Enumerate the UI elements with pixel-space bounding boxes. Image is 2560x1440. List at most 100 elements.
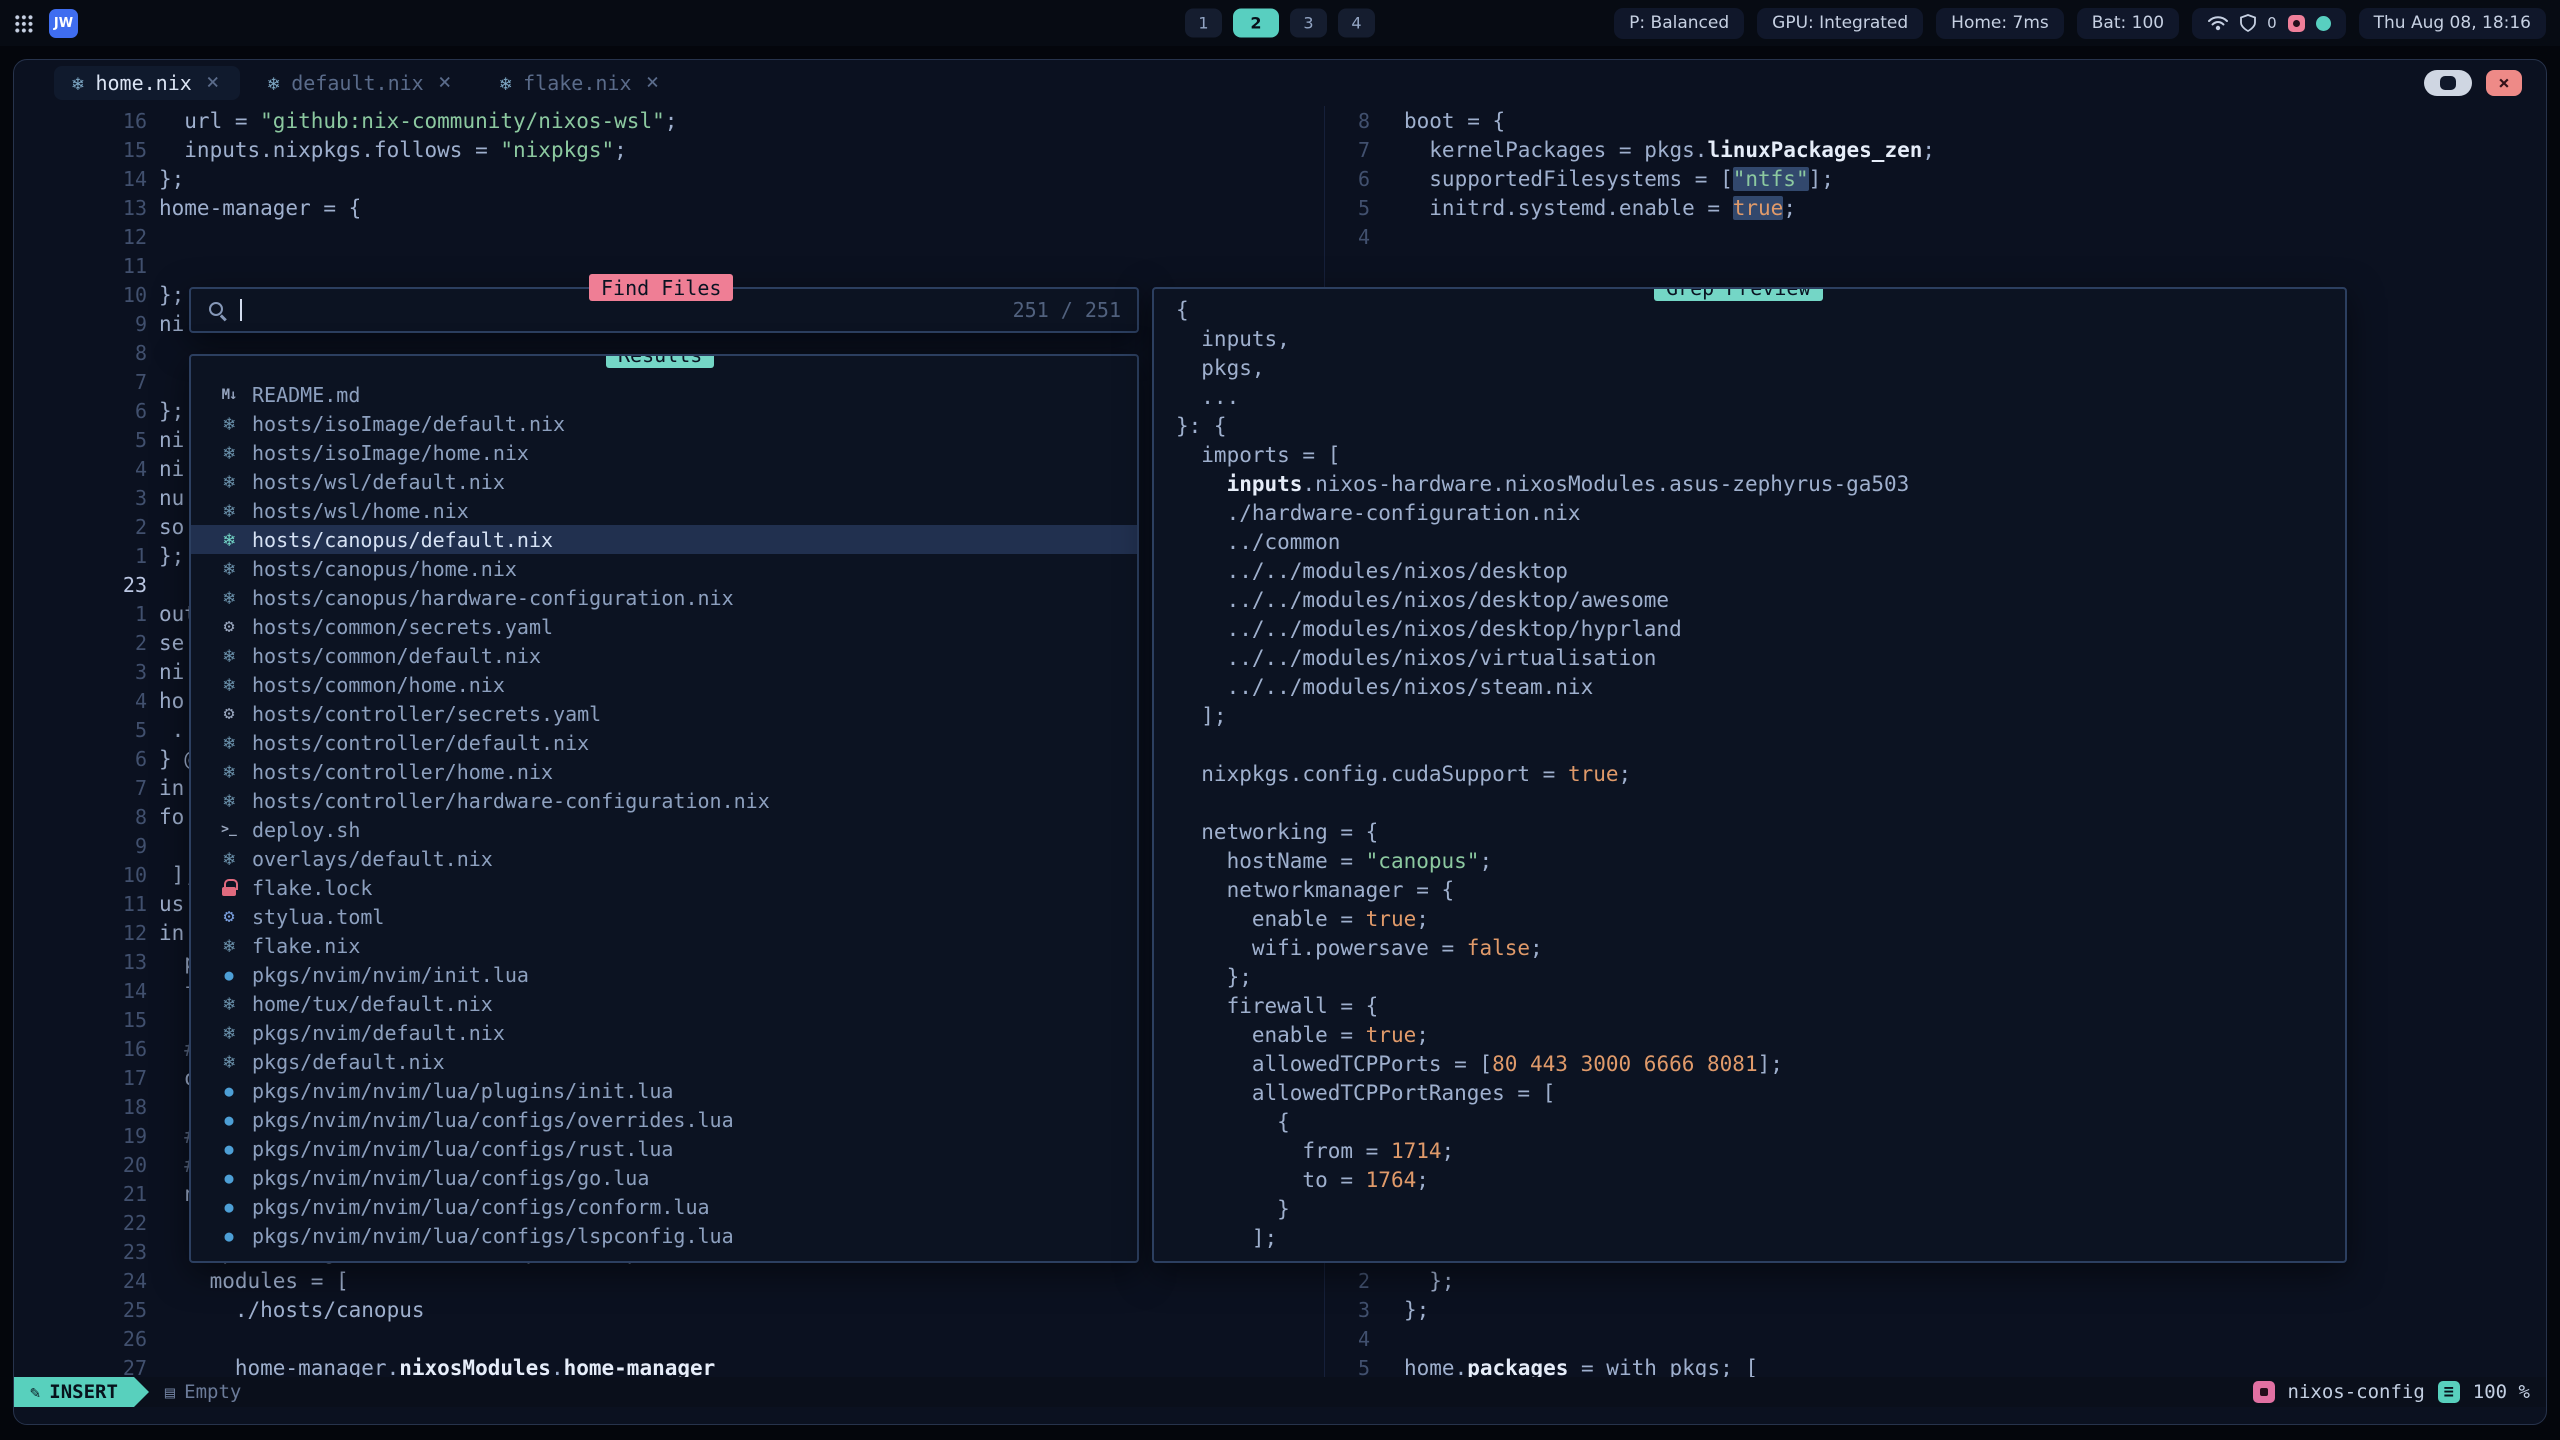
- result-item[interactable]: home/tux/default.nix: [191, 989, 1137, 1018]
- result-item[interactable]: pkgs/nvim/nvim/lua/configs/lspconfig.lua: [191, 1221, 1137, 1250]
- code-line[interactable]: 26: [14, 1324, 1324, 1353]
- result-item[interactable]: hosts/controller/secrets.yaml: [191, 699, 1137, 728]
- code-line[interactable]: allowedTCPPorts = [80 443 3000 6666 8081…: [1164, 1049, 2345, 1078]
- battery-module[interactable]: Bat: 100: [2077, 8, 2179, 39]
- code-line[interactable]: pkgs,: [1164, 353, 2345, 382]
- code-line[interactable]: 27 home-manager.nixosModules.home-manage…: [14, 1353, 1324, 1377]
- code-line[interactable]: }: {: [1164, 411, 2345, 440]
- result-item[interactable]: README.md: [191, 380, 1137, 409]
- code-line[interactable]: enable = true;: [1164, 904, 2345, 933]
- code-line[interactable]: 2 };: [1325, 1266, 2546, 1295]
- code-line[interactable]: nixpkgs.config.cudaSupport = true;: [1164, 759, 2345, 788]
- tab-close-icon[interactable]: [436, 74, 454, 92]
- code-line[interactable]: wifi.powersave = false;: [1164, 933, 2345, 962]
- code-line[interactable]: 7 kernelPackages = pkgs.linuxPackages_ze…: [1325, 135, 2546, 164]
- shield-icon[interactable]: [2240, 14, 2256, 32]
- code-line[interactable]: 25 ./hosts/canopus: [14, 1295, 1324, 1324]
- tab-close-icon[interactable]: [204, 74, 222, 92]
- result-item[interactable]: hosts/common/secrets.yaml: [191, 612, 1137, 641]
- power-icon[interactable]: [2316, 16, 2331, 31]
- result-item[interactable]: pkgs/nvim/nvim/init.lua: [191, 960, 1137, 989]
- result-item[interactable]: hosts/controller/default.nix: [191, 728, 1137, 757]
- result-item[interactable]: hosts/canopus/home.nix: [191, 554, 1137, 583]
- code-line[interactable]: }: [1164, 1194, 2345, 1223]
- code-line[interactable]: 13home-manager = {: [14, 193, 1324, 222]
- code-line[interactable]: 6 supportedFilesystems = ["ntfs"];: [1325, 164, 2546, 193]
- window-close-button[interactable]: [2486, 70, 2522, 96]
- code-line[interactable]: allowedTCPPortRanges = [: [1164, 1078, 2345, 1107]
- result-item[interactable]: flake.nix: [191, 931, 1137, 960]
- code-line[interactable]: firewall = {: [1164, 991, 2345, 1020]
- result-item[interactable]: stylua.toml: [191, 902, 1137, 931]
- code-line[interactable]: 5home.packages = with pkgs; [: [1325, 1353, 2546, 1377]
- code-line[interactable]: inputs,: [1164, 324, 2345, 353]
- power-profile-module[interactable]: P: Balanced: [1614, 8, 1744, 39]
- code-line[interactable]: 15 inputs.nixpkgs.follows = "nixpkgs";: [14, 135, 1324, 164]
- clock-module[interactable]: Thu Aug 08, 18:16: [2359, 8, 2546, 39]
- code-line[interactable]: 3};: [1325, 1295, 2546, 1324]
- code-line[interactable]: 24 modules = [: [14, 1266, 1324, 1295]
- code-line[interactable]: to = 1764;: [1164, 1165, 2345, 1194]
- result-item[interactable]: pkgs/nvim/nvim/lua/configs/go.lua: [191, 1163, 1137, 1192]
- result-item[interactable]: hosts/common/default.nix: [191, 641, 1137, 670]
- code-line[interactable]: };: [1164, 962, 2345, 991]
- code-line[interactable]: ];: [1164, 701, 2345, 730]
- result-item[interactable]: flake.lock: [191, 873, 1137, 902]
- finder-prompt[interactable]: Find Files 251 / 251: [189, 287, 1139, 333]
- code-line[interactable]: ../../modules/nixos/desktop: [1164, 556, 2345, 585]
- code-line[interactable]: from = 1714;: [1164, 1136, 2345, 1165]
- code-line[interactable]: imports = [: [1164, 440, 2345, 469]
- code-line[interactable]: ../../modules/nixos/desktop/awesome: [1164, 585, 2345, 614]
- result-item[interactable]: pkgs/nvim/nvim/lua/configs/rust.lua: [191, 1134, 1137, 1163]
- code-line[interactable]: [1164, 730, 2345, 759]
- result-item[interactable]: hosts/isoImage/home.nix: [191, 438, 1137, 467]
- code-line[interactable]: ...: [1164, 382, 2345, 411]
- result-item[interactable]: pkgs/default.nix: [191, 1047, 1137, 1076]
- result-item[interactable]: hosts/wsl/home.nix: [191, 496, 1137, 525]
- result-item[interactable]: hosts/common/home.nix: [191, 670, 1137, 699]
- code-line[interactable]: ../common: [1164, 527, 2345, 556]
- result-item[interactable]: pkgs/nvim/nvim/lua/configs/overrides.lua: [191, 1105, 1137, 1134]
- workspace-2[interactable]: 2: [1233, 9, 1279, 38]
- result-item[interactable]: hosts/wsl/default.nix: [191, 467, 1137, 496]
- result-item[interactable]: hosts/controller/home.nix: [191, 757, 1137, 786]
- code-line[interactable]: enable = true;: [1164, 1020, 2345, 1049]
- code-line[interactable]: inputs.nixos-hardware.nixosModules.asus-…: [1164, 469, 2345, 498]
- code-line[interactable]: 12: [14, 222, 1324, 251]
- code-line[interactable]: ../../modules/nixos/steam.nix: [1164, 672, 2345, 701]
- code-line[interactable]: 16 url = "github:nix-community/nixos-wsl…: [14, 106, 1324, 135]
- code-line[interactable]: networkmanager = {: [1164, 875, 2345, 904]
- apps-grid-icon[interactable]: [14, 14, 33, 33]
- tab-home-nix[interactable]: home.nix: [54, 66, 240, 100]
- code-line[interactable]: 14};: [14, 164, 1324, 193]
- gpu-module[interactable]: GPU: Integrated: [1757, 8, 1923, 39]
- logo-badge[interactable]: JW: [49, 9, 78, 38]
- wifi-icon[interactable]: [2207, 15, 2229, 31]
- result-item[interactable]: pkgs/nvim/default.nix: [191, 1018, 1137, 1047]
- code-line[interactable]: ../../modules/nixos/desktop/hyprland: [1164, 614, 2345, 643]
- code-line[interactable]: {: [1164, 1107, 2345, 1136]
- tab-default-nix[interactable]: default.nix: [250, 66, 472, 100]
- code-line[interactable]: hostName = "canopus";: [1164, 846, 2345, 875]
- code-line[interactable]: ./hardware-configuration.nix: [1164, 498, 2345, 527]
- result-item[interactable]: hosts/canopus/hardware-configuration.nix: [191, 583, 1137, 612]
- result-item[interactable]: overlays/default.nix: [191, 844, 1137, 873]
- code-line[interactable]: networking = {: [1164, 817, 2345, 846]
- code-line[interactable]: ];: [1164, 1223, 2345, 1252]
- ping-module[interactable]: Home: 7ms: [1936, 8, 2064, 39]
- result-item[interactable]: deploy.sh: [191, 815, 1137, 844]
- tab-close-icon[interactable]: [644, 74, 662, 92]
- code-line[interactable]: 4: [1325, 222, 2546, 251]
- result-item[interactable]: hosts/canopus/default.nix: [191, 525, 1137, 554]
- workspace-3[interactable]: 3: [1290, 9, 1327, 38]
- result-item[interactable]: pkgs/nvim/nvim/lua/plugins/init.lua: [191, 1076, 1137, 1105]
- result-item[interactable]: hosts/controller/hardware-configuration.…: [191, 786, 1137, 815]
- result-item[interactable]: hosts/isoImage/default.nix: [191, 409, 1137, 438]
- workspace-4[interactable]: 4: [1338, 9, 1375, 38]
- code-line[interactable]: [1164, 788, 2345, 817]
- code-line[interactable]: 4: [1325, 1324, 2546, 1353]
- code-line[interactable]: ../../modules/nixos/virtualisation: [1164, 643, 2345, 672]
- code-line[interactable]: 5 initrd.systemd.enable = true;: [1325, 193, 2546, 222]
- recorder-icon[interactable]: [2288, 15, 2305, 32]
- code-line[interactable]: [1325, 251, 2546, 280]
